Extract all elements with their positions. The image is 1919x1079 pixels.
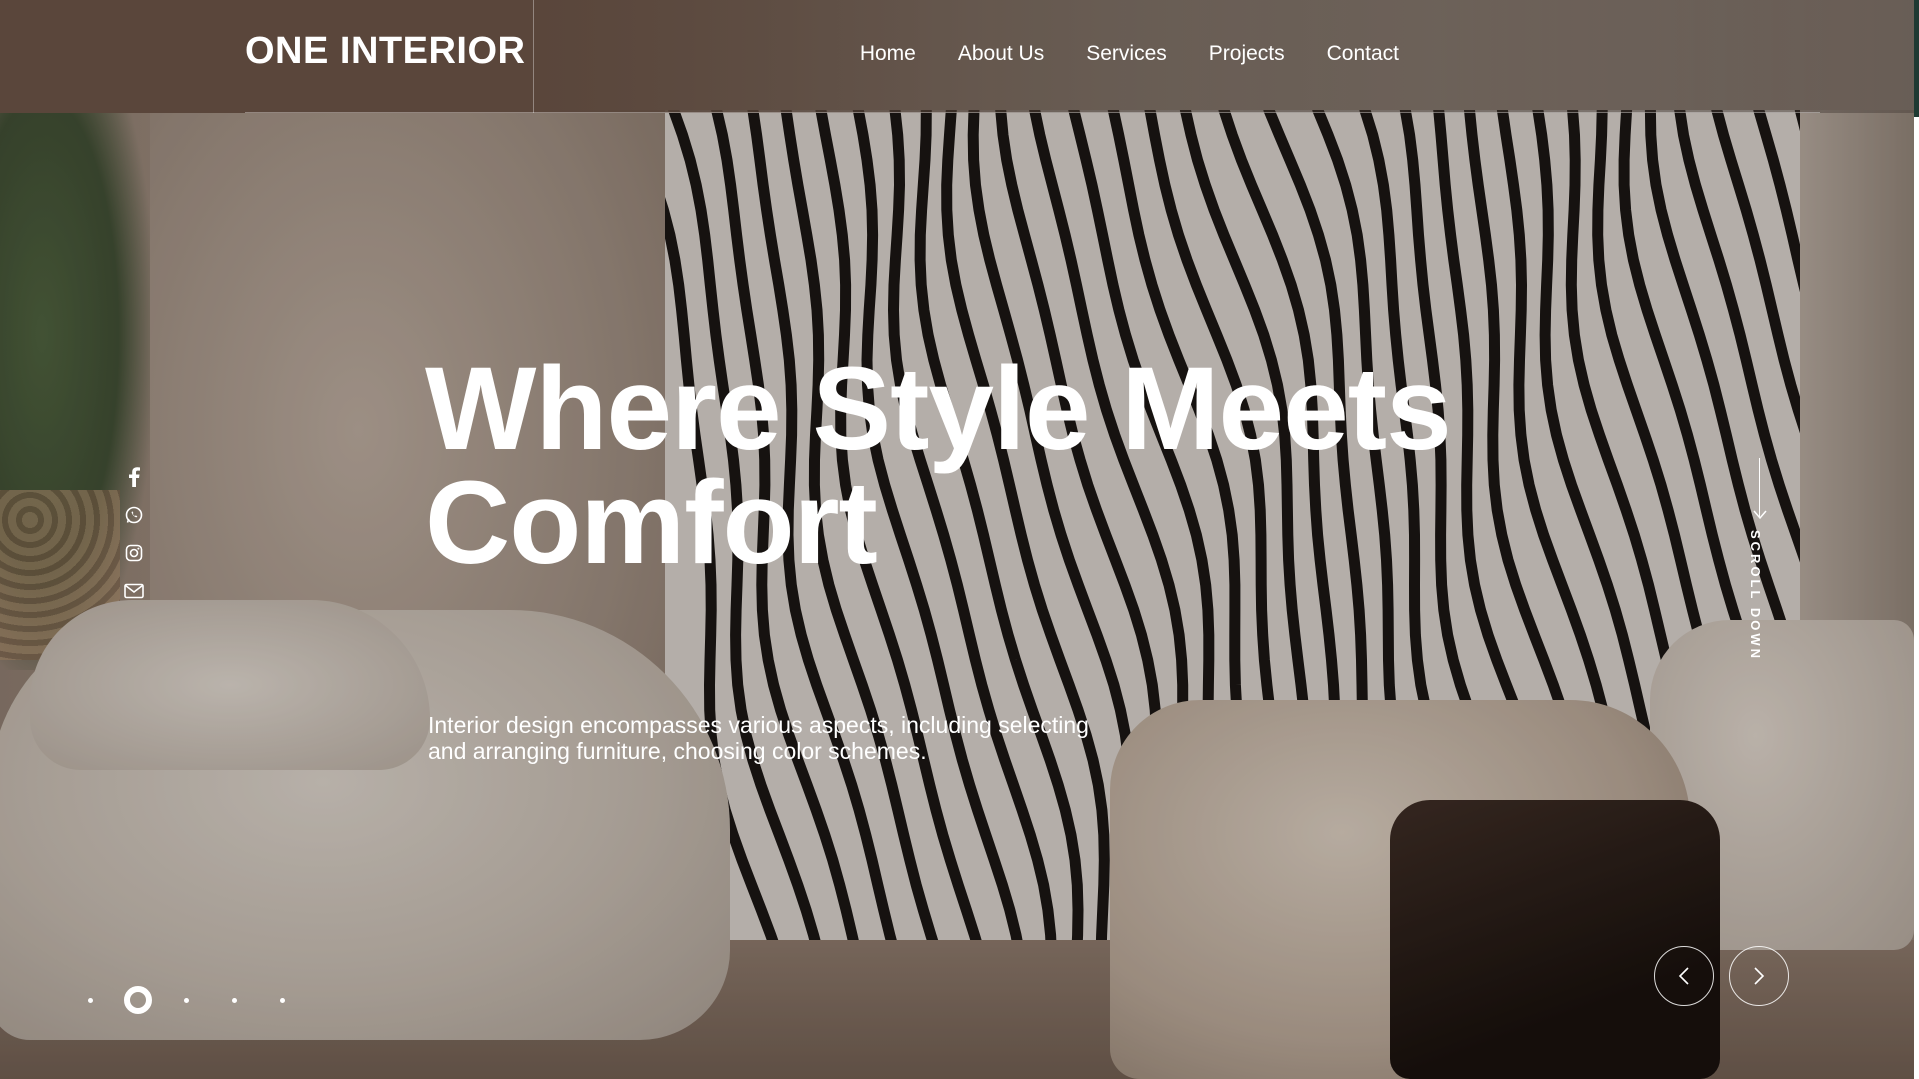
nav-projects[interactable]: Projects <box>1209 42 1285 66</box>
arrow-down-icon <box>1753 510 1767 520</box>
slider-pagination <box>66 985 306 1015</box>
social-links <box>122 466 146 602</box>
header-bottom-line <box>245 112 1820 113</box>
nav-contact[interactable]: Contact <box>1327 42 1399 66</box>
slider-dot[interactable] <box>66 985 114 1015</box>
whatsapp-icon[interactable] <box>122 504 146 526</box>
instagram-icon[interactable] <box>122 542 146 564</box>
scroll-line <box>1759 458 1760 518</box>
scrollbar-thumb[interactable] <box>1914 0 1919 117</box>
nav-home[interactable]: Home <box>860 42 916 66</box>
chevron-right-icon <box>1754 967 1765 985</box>
site-logo[interactable]: ONE INTERIOR <box>245 30 525 73</box>
hero-headline: Where Style Meets Comfort <box>425 343 1452 589</box>
hero-description: Interior design encompasses various aspe… <box>428 712 1089 764</box>
slider-dot[interactable] <box>162 985 210 1015</box>
slider-prev-button[interactable] <box>1654 946 1714 1006</box>
slider-next-button[interactable] <box>1729 946 1789 1006</box>
nav-services[interactable]: Services <box>1086 42 1167 66</box>
scroll-down-label: SCROLL DOWN <box>1748 530 1763 661</box>
hero-headline-line1: Where Style Meets <box>425 343 1452 475</box>
slider-dot[interactable] <box>210 985 258 1015</box>
main-nav: Home About Us Services Projects Contact <box>860 42 1399 66</box>
nav-about-us[interactable]: About Us <box>958 42 1044 66</box>
mail-icon[interactable] <box>122 580 146 602</box>
header-divider <box>533 0 534 113</box>
facebook-icon[interactable] <box>122 466 146 488</box>
slider-dot-active[interactable] <box>114 985 162 1015</box>
scroll-down-indicator[interactable]: SCROLL DOWN <box>1748 458 1772 661</box>
chevron-left-icon <box>1678 967 1689 985</box>
slider-dot[interactable] <box>258 985 306 1015</box>
hero-headline-line2: Comfort <box>425 457 878 589</box>
page-edge <box>1914 0 1919 1079</box>
